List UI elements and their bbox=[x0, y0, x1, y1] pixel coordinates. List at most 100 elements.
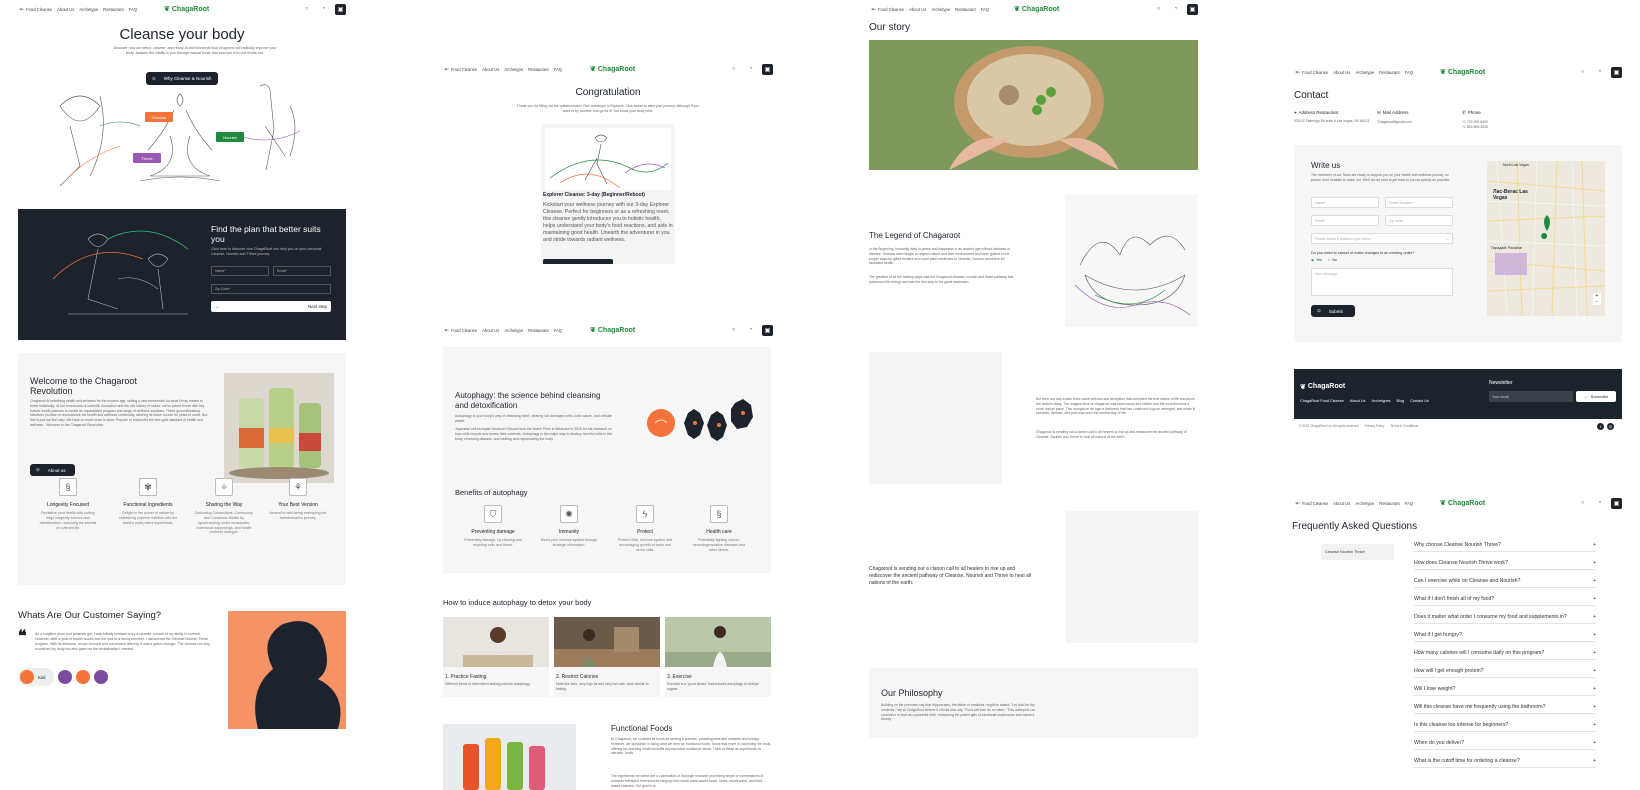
nav-about-us[interactable]: About Us bbox=[1333, 70, 1350, 75]
faq-item[interactable]: Is this cleanse too intense for beginner… bbox=[1414, 718, 1596, 732]
nav-food-cleanse[interactable]: Food Cleanse bbox=[1302, 501, 1328, 506]
cart-icon[interactable]: ▣ bbox=[335, 3, 346, 15]
yes-radio[interactable]: ◉ Yes bbox=[1311, 258, 1322, 262]
nav-faq[interactable]: FAQ bbox=[554, 67, 562, 72]
search-icon[interactable]: ○ bbox=[301, 4, 312, 15]
nav-restaurant[interactable]: Restaurant bbox=[955, 7, 975, 12]
faq-item[interactable]: Does it matter what order I consume my f… bbox=[1414, 610, 1596, 624]
nav-food-cleanse[interactable]: Food Cleanse bbox=[451, 328, 477, 333]
nav-faq[interactable]: FAQ bbox=[129, 7, 137, 12]
brand-logo[interactable]: ❦ ChagaRoot bbox=[590, 326, 635, 335]
nav-faq[interactable]: FAQ bbox=[1405, 70, 1413, 75]
nav-faq[interactable]: FAQ bbox=[554, 328, 562, 333]
search-icon[interactable]: ○ bbox=[728, 325, 739, 336]
avatar-active[interactable]: Kali bbox=[18, 668, 54, 686]
back-icon[interactable]: ⇤ bbox=[443, 325, 451, 336]
nav-restaurant[interactable]: Restaurant bbox=[103, 7, 123, 12]
plan-next-button[interactable]: → Next step bbox=[211, 301, 331, 312]
message-field[interactable]: Your message bbox=[1311, 268, 1453, 296]
footer-link[interactable]: About Us bbox=[1350, 399, 1366, 403]
footer-link[interactable]: Archetypes bbox=[1372, 399, 1391, 403]
nav-restaurant[interactable]: Restaurant bbox=[1379, 70, 1399, 75]
footer-link[interactable]: ChagaRoot Food Cleanse bbox=[1300, 399, 1344, 403]
tag-thrive[interactable]: Thrive bbox=[133, 153, 161, 163]
map-pin-icon[interactable]: ● bbox=[1540, 227, 1548, 243]
brand-logo[interactable]: ❦ ChagaRoot bbox=[1440, 68, 1485, 77]
nav-about-us[interactable]: About Us bbox=[482, 328, 499, 333]
nav-food-cleanse[interactable]: Food Cleanse bbox=[878, 7, 904, 12]
search-icon[interactable]: ○ bbox=[1577, 67, 1588, 78]
explorer-card[interactable]: Explorer Cleanse: 3-day (Beginner/Reboot… bbox=[541, 124, 675, 264]
faq-item[interactable]: What if I get hungry? + bbox=[1414, 628, 1596, 642]
no-radio[interactable]: ○ No bbox=[1328, 258, 1337, 262]
brand-logo[interactable]: ❦ ChagaRoot bbox=[590, 65, 635, 74]
cart-icon[interactable]: ▣ bbox=[1187, 3, 1198, 15]
search-icon[interactable]: ○ bbox=[1153, 4, 1164, 15]
faq-item[interactable]: Can I exercise while on Cleanse and Nour… bbox=[1414, 574, 1596, 588]
nav-about-us[interactable]: About Us bbox=[1333, 501, 1350, 506]
nav-food-cleanse[interactable]: Food Cleanse bbox=[451, 67, 477, 72]
brand-logo[interactable]: ❦ ChagaRoot bbox=[164, 5, 209, 14]
nav-archetype[interactable]: Archetype bbox=[79, 7, 98, 12]
footer-link[interactable]: Blog bbox=[1397, 399, 1405, 403]
faq-item[interactable]: Will I lose weight? + bbox=[1414, 682, 1596, 696]
nav-food-cleanse[interactable]: Food Cleanse bbox=[1302, 70, 1328, 75]
newsletter-email-field[interactable]: Your email bbox=[1489, 391, 1573, 402]
back-icon[interactable]: ⇤ bbox=[1294, 498, 1302, 509]
faq-item[interactable]: How does Cleanse Nourish Thrive work? + bbox=[1414, 556, 1596, 570]
nav-about-us[interactable]: About Us bbox=[57, 7, 74, 12]
faq-item[interactable]: How will I get enough protein? + bbox=[1414, 664, 1596, 678]
email-field[interactable]: Email* bbox=[1311, 215, 1379, 226]
subscribe-button[interactable]: → Subscribe bbox=[1576, 391, 1616, 402]
back-icon[interactable]: ⇤ bbox=[1294, 67, 1302, 78]
nav-restaurant[interactable]: Restaurant bbox=[1379, 501, 1399, 506]
nav-about-us[interactable]: About Us bbox=[482, 67, 499, 72]
user-icon[interactable]: ◔ bbox=[1170, 4, 1181, 15]
cart-icon[interactable]: ▣ bbox=[1611, 66, 1622, 78]
map[interactable]: ● Лас-Вегас Las Vegas North Las Vegas Па… bbox=[1487, 161, 1605, 316]
about-us-button[interactable]: ⊙ About us bbox=[30, 464, 75, 476]
user-icon[interactable]: ◔ bbox=[745, 325, 756, 336]
phone-value-2[interactable]: +1 802-809-4005 bbox=[1462, 125, 1542, 130]
user-icon[interactable]: ◔ bbox=[1594, 67, 1605, 78]
tag-nourish[interactable]: Nourish bbox=[216, 132, 244, 142]
cart-icon[interactable]: ▣ bbox=[762, 63, 773, 75]
back-icon[interactable]: ⇤ bbox=[870, 4, 878, 15]
privacy-link[interactable]: Privacy Policy bbox=[1365, 424, 1385, 428]
faq-tab[interactable]: Cleanse Nourish Thrive bbox=[1321, 544, 1394, 560]
question-type-select[interactable]: Please select a question type below ⌄ bbox=[1311, 233, 1453, 244]
plan-email-field[interactable]: Email* bbox=[273, 266, 331, 276]
brand-logo[interactable]: ❦ ChagaRoot bbox=[1014, 5, 1059, 14]
mail-value[interactable]: Chagaroot@gmail.com bbox=[1377, 120, 1457, 125]
nav-faq[interactable]: FAQ bbox=[1405, 501, 1413, 506]
user-icon[interactable]: ◔ bbox=[318, 4, 329, 15]
tag-cleanse[interactable]: Cleanse bbox=[145, 112, 173, 122]
nav-archetype[interactable]: Archetype bbox=[1355, 70, 1374, 75]
zoom-out-icon[interactable]: − bbox=[1593, 299, 1601, 305]
phone-number-field[interactable]: Phone Number* bbox=[1385, 197, 1453, 208]
faq-item[interactable]: What is the cutoff time for ordering a c… bbox=[1414, 754, 1596, 768]
cart-icon[interactable]: ▣ bbox=[1611, 497, 1622, 509]
faq-item[interactable]: What if I don't finish all of my food? + bbox=[1414, 592, 1596, 606]
avatar[interactable] bbox=[93, 670, 108, 684]
nav-restaurant[interactable]: Restaurant bbox=[528, 67, 548, 72]
nav-archetype[interactable]: Archetype bbox=[931, 7, 950, 12]
user-icon[interactable]: ◔ bbox=[745, 64, 756, 75]
name-field[interactable]: Name* bbox=[1311, 197, 1379, 208]
explorer-start-button[interactable] bbox=[543, 259, 613, 264]
zip-code-field[interactable]: Zip code* bbox=[1385, 215, 1453, 226]
faq-item[interactable]: Why choose Cleanse Nourish Thrive? + bbox=[1414, 538, 1596, 552]
back-icon[interactable]: ⇤ bbox=[18, 4, 26, 15]
faq-item[interactable]: How many calories will I consume daily o… bbox=[1414, 646, 1596, 660]
search-icon[interactable]: ○ bbox=[1577, 498, 1588, 509]
faq-item[interactable]: When do you deliver? + bbox=[1414, 736, 1596, 750]
footer-logo[interactable]: ❦ ChagaRoot bbox=[1300, 383, 1345, 391]
instagram-icon[interactable]: ◎ bbox=[1607, 423, 1614, 430]
nav-archetype[interactable]: Archetype bbox=[504, 328, 523, 333]
submit-button[interactable]: ⊙ Submit bbox=[1311, 305, 1355, 317]
nav-about-us[interactable]: About Us bbox=[909, 7, 926, 12]
nav-faq[interactable]: FAQ bbox=[981, 7, 989, 12]
back-icon[interactable]: ⇤ bbox=[443, 64, 451, 75]
nav-restaurant[interactable]: Restaurant bbox=[528, 328, 548, 333]
search-icon[interactable]: ○ bbox=[728, 64, 739, 75]
